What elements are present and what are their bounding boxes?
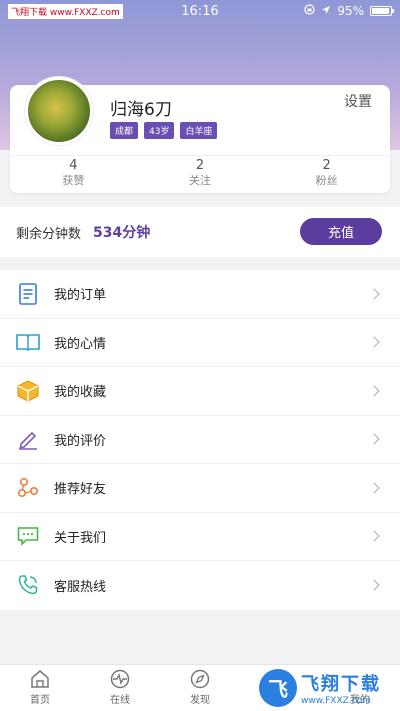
- tab-label: 首页: [30, 695, 50, 706]
- tab-online[interactable]: 在线: [80, 665, 160, 711]
- tag-city: 成都: [110, 122, 139, 139]
- menu-list: 我的订单 我的心情 我的收藏 我的评价 推荐好友 关于我们 客服热线: [0, 270, 400, 610]
- chevron-right-icon: [368, 482, 380, 494]
- pen-icon: [16, 427, 40, 451]
- status-bar: 飞翔下载 www.FXXZ.com 16:16 95%: [0, 0, 400, 22]
- tab-label: 发现: [190, 695, 210, 706]
- profile-stats: 4 获赞 2 关注 2 粉丝: [10, 155, 390, 189]
- stat-value: 2: [322, 158, 331, 173]
- stat-value: 4: [69, 158, 78, 173]
- stat-label: 关注: [189, 174, 211, 187]
- menu-item-about[interactable]: 关于我们: [0, 513, 400, 561]
- menu-label: 客服热线: [54, 579, 107, 595]
- menu-label: 我的评价: [54, 433, 107, 449]
- avatar[interactable]: [25, 77, 93, 145]
- document-icon: [16, 282, 40, 306]
- pulse-icon: [109, 669, 131, 689]
- menu-label: 我的心情: [54, 336, 107, 352]
- profile-card: 归海6刀 成都 43岁 白羊座 设置 4 获赞 2 关注 2 粉丝: [10, 77, 390, 193]
- chevron-right-icon: [368, 579, 380, 591]
- menu-item-favorites[interactable]: 我的收藏: [0, 367, 400, 416]
- menu-item-orders[interactable]: 我的订单: [0, 270, 400, 319]
- balance-label: 剩余分钟数: [16, 226, 82, 242]
- chevron-right-icon: [368, 530, 380, 542]
- recharge-button[interactable]: 充值: [300, 218, 382, 245]
- watermark-logo: 飞 飞翔下载 www.FXXZ.com: [259, 664, 394, 711]
- home-icon: [29, 669, 51, 689]
- chevron-right-icon: [368, 433, 380, 445]
- menu-item-recommend[interactable]: 推荐好友: [0, 464, 400, 513]
- stat-likes[interactable]: 4 获赞: [10, 156, 137, 189]
- watermark-url: www.FXXZ.com: [301, 695, 371, 706]
- tag-age: 43岁: [144, 122, 175, 139]
- stat-label: 粉丝: [315, 174, 338, 187]
- tag-zodiac: 白羊座: [180, 122, 218, 139]
- stat-label: 获赞: [62, 174, 85, 187]
- watermark-title: 飞翔下载: [301, 673, 381, 695]
- stat-followers[interactable]: 2 粉丝: [263, 156, 390, 189]
- chevron-right-icon: [368, 288, 380, 300]
- compass-icon: [189, 669, 211, 689]
- menu-label: 我的订单: [54, 288, 107, 304]
- status-time: 16:16: [181, 3, 219, 19]
- box-icon: [16, 379, 40, 403]
- menu-item-hotline[interactable]: 客服热线: [0, 561, 400, 610]
- balance-value: 534分钟: [93, 225, 151, 241]
- book-icon: [16, 330, 40, 354]
- stat-value: 2: [195, 158, 205, 173]
- chevron-right-icon: [368, 385, 380, 397]
- menu-label: 推荐好友: [54, 482, 107, 498]
- menu-label: 我的收藏: [54, 385, 107, 401]
- balance-section: 剩余分钟数 534分钟 充值: [0, 207, 400, 257]
- menu-label: 关于我们: [54, 530, 107, 546]
- user-name: 归海6刀: [110, 100, 172, 120]
- menu-item-reviews[interactable]: 我的评价: [0, 416, 400, 464]
- phone-icon: [16, 573, 40, 597]
- stat-following[interactable]: 2 关注: [137, 156, 264, 189]
- battery-icon: [370, 6, 394, 16]
- tab-discover[interactable]: 发现: [160, 665, 240, 711]
- menu-item-mood[interactable]: 我的心情: [0, 319, 400, 367]
- profile-tags: 成都 43岁 白羊座: [110, 122, 218, 139]
- share-icon: [16, 476, 40, 500]
- watermark-text-block: 飞翔下载 www.FXXZ.com: [301, 670, 381, 706]
- chat-icon: [16, 524, 40, 548]
- chevron-right-icon: [368, 336, 380, 348]
- settings-button[interactable]: 设置: [344, 91, 372, 111]
- watermark-badge-icon: 飞: [259, 668, 297, 707]
- tab-home[interactable]: 首页: [0, 665, 80, 711]
- tab-label: 在线: [110, 695, 130, 706]
